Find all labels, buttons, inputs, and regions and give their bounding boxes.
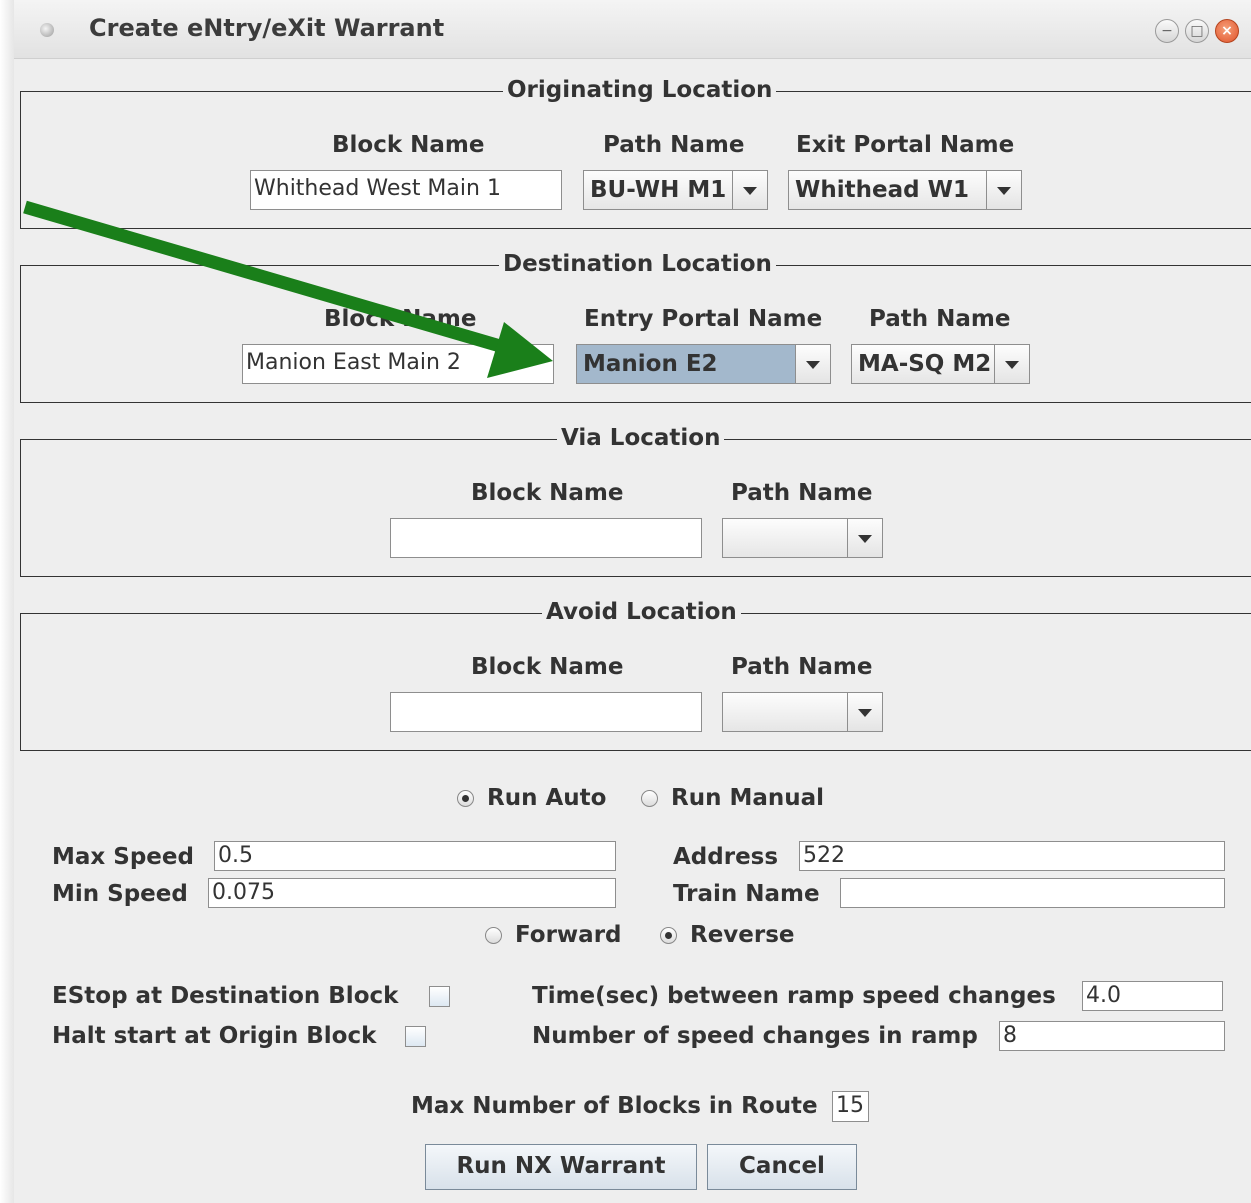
dest-entry-portal-select[interactable]: Manion E2: [576, 344, 831, 384]
halt-start-label: Halt start at Origin Block: [52, 1023, 377, 1049]
chevron-down-icon: [1005, 361, 1019, 369]
orig-portal-dropdown-button[interactable]: [986, 171, 1021, 209]
train-name-input[interactable]: [840, 878, 1225, 908]
reverse-radio[interactable]: [660, 927, 677, 944]
ramp-steps-input[interactable]: 8: [999, 1021, 1225, 1051]
via-path-dropdown-button[interactable]: [847, 519, 882, 557]
via-location-title: Via Location: [557, 425, 725, 451]
orig-exit-portal-label: Exit Portal Name: [796, 132, 1015, 158]
minimize-icon[interactable]: −: [1155, 19, 1179, 43]
address-label: Address: [673, 844, 779, 870]
ramp-steps-label: Number of speed changes in ramp: [532, 1023, 978, 1049]
run-nx-warrant-button[interactable]: Run NX Warrant: [425, 1144, 697, 1190]
run-auto-label[interactable]: Run Auto: [487, 785, 606, 811]
orig-exit-portal-value: Whithead W1: [795, 177, 969, 203]
window-menu-icon[interactable]: [40, 23, 54, 37]
destination-location-group: Destination Location Block Name Entry Po…: [20, 251, 1251, 403]
train-name-label: Train Name: [673, 881, 820, 907]
avoid-block-name-input[interactable]: [390, 692, 702, 732]
max-speed-input[interactable]: 0.5: [214, 841, 616, 871]
via-path-name-label: Path Name: [731, 480, 873, 506]
via-location-group: Via Location Block Name Path Name: [20, 425, 1251, 577]
desktop-edge: [0, 0, 14, 1203]
min-speed-input[interactable]: 0.075: [208, 878, 616, 908]
run-manual-radio[interactable]: [641, 790, 658, 807]
originating-location-title: Originating Location: [503, 77, 777, 103]
chevron-down-icon: [858, 535, 872, 543]
title-bar[interactable]: Create eNtry/eXit Warrant − □ ×: [14, 0, 1251, 59]
avoid-path-name-label: Path Name: [731, 654, 873, 680]
avoid-path-dropdown-button[interactable]: [847, 693, 882, 731]
destination-location-title: Destination Location: [499, 251, 776, 277]
via-block-name-input[interactable]: [390, 518, 702, 558]
max-blocks-input[interactable]: 15: [832, 1091, 869, 1122]
warrant-dialog: Create eNtry/eXit Warrant − □ × Originat…: [14, 0, 1251, 1203]
chevron-down-icon: [743, 187, 757, 195]
run-auto-radio[interactable]: [457, 790, 474, 807]
dest-path-name-select[interactable]: MA-SQ M2: [851, 344, 1030, 384]
orig-block-name-input[interactable]: Whithead West Main 1: [250, 170, 562, 210]
orig-path-dropdown-button[interactable]: [732, 171, 767, 209]
dest-entry-portal-value: Manion E2: [583, 351, 718, 377]
close-icon[interactable]: ×: [1215, 19, 1239, 43]
orig-path-name-value: BU-WH M1: [590, 177, 727, 203]
ramp-time-input[interactable]: 4.0: [1082, 981, 1223, 1011]
dest-block-name-label: Block Name: [324, 306, 477, 332]
estop-checkbox[interactable]: [429, 986, 450, 1007]
dest-block-name-input[interactable]: Manion East Main 2: [242, 344, 554, 384]
dest-path-dropdown-button[interactable]: [994, 345, 1029, 383]
window-title: Create eNtry/eXit Warrant: [89, 14, 445, 42]
halt-start-checkbox[interactable]: [405, 1026, 426, 1047]
via-block-name-label: Block Name: [471, 480, 624, 506]
avoid-location-title: Avoid Location: [542, 599, 741, 625]
dest-path-name-value: MA-SQ M2: [858, 351, 992, 377]
run-manual-label[interactable]: Run Manual: [671, 785, 824, 811]
estop-label: EStop at Destination Block: [52, 983, 399, 1009]
dest-entry-portal-label: Entry Portal Name: [584, 306, 823, 332]
min-speed-label: Min Speed: [52, 881, 188, 907]
orig-path-name-select[interactable]: BU-WH M1: [583, 170, 768, 210]
orig-block-name-label: Block Name: [332, 132, 485, 158]
address-input[interactable]: 522: [799, 841, 1225, 871]
chevron-down-icon: [858, 709, 872, 717]
max-speed-label: Max Speed: [52, 844, 194, 870]
originating-location-group: Originating Location Block Name Path Nam…: [20, 77, 1251, 229]
dest-path-name-label: Path Name: [869, 306, 1011, 332]
avoid-location-group: Avoid Location Block Name Path Name: [20, 599, 1251, 751]
ramp-time-label: Time(sec) between ramp speed changes: [532, 983, 1056, 1009]
dest-portal-dropdown-button[interactable]: [795, 345, 830, 383]
forward-radio[interactable]: [485, 927, 502, 944]
cancel-button[interactable]: Cancel: [707, 1144, 857, 1190]
avoid-block-name-label: Block Name: [471, 654, 624, 680]
forward-label[interactable]: Forward: [515, 922, 622, 948]
chevron-down-icon: [806, 361, 820, 369]
orig-path-name-label: Path Name: [603, 132, 745, 158]
max-blocks-label: Max Number of Blocks in Route: [411, 1093, 818, 1119]
avoid-path-name-select[interactable]: [722, 692, 883, 732]
via-path-name-select[interactable]: [722, 518, 883, 558]
reverse-label[interactable]: Reverse: [690, 922, 795, 948]
chevron-down-icon: [997, 187, 1011, 195]
orig-exit-portal-select[interactable]: Whithead W1: [788, 170, 1022, 210]
maximize-icon[interactable]: □: [1185, 19, 1209, 43]
